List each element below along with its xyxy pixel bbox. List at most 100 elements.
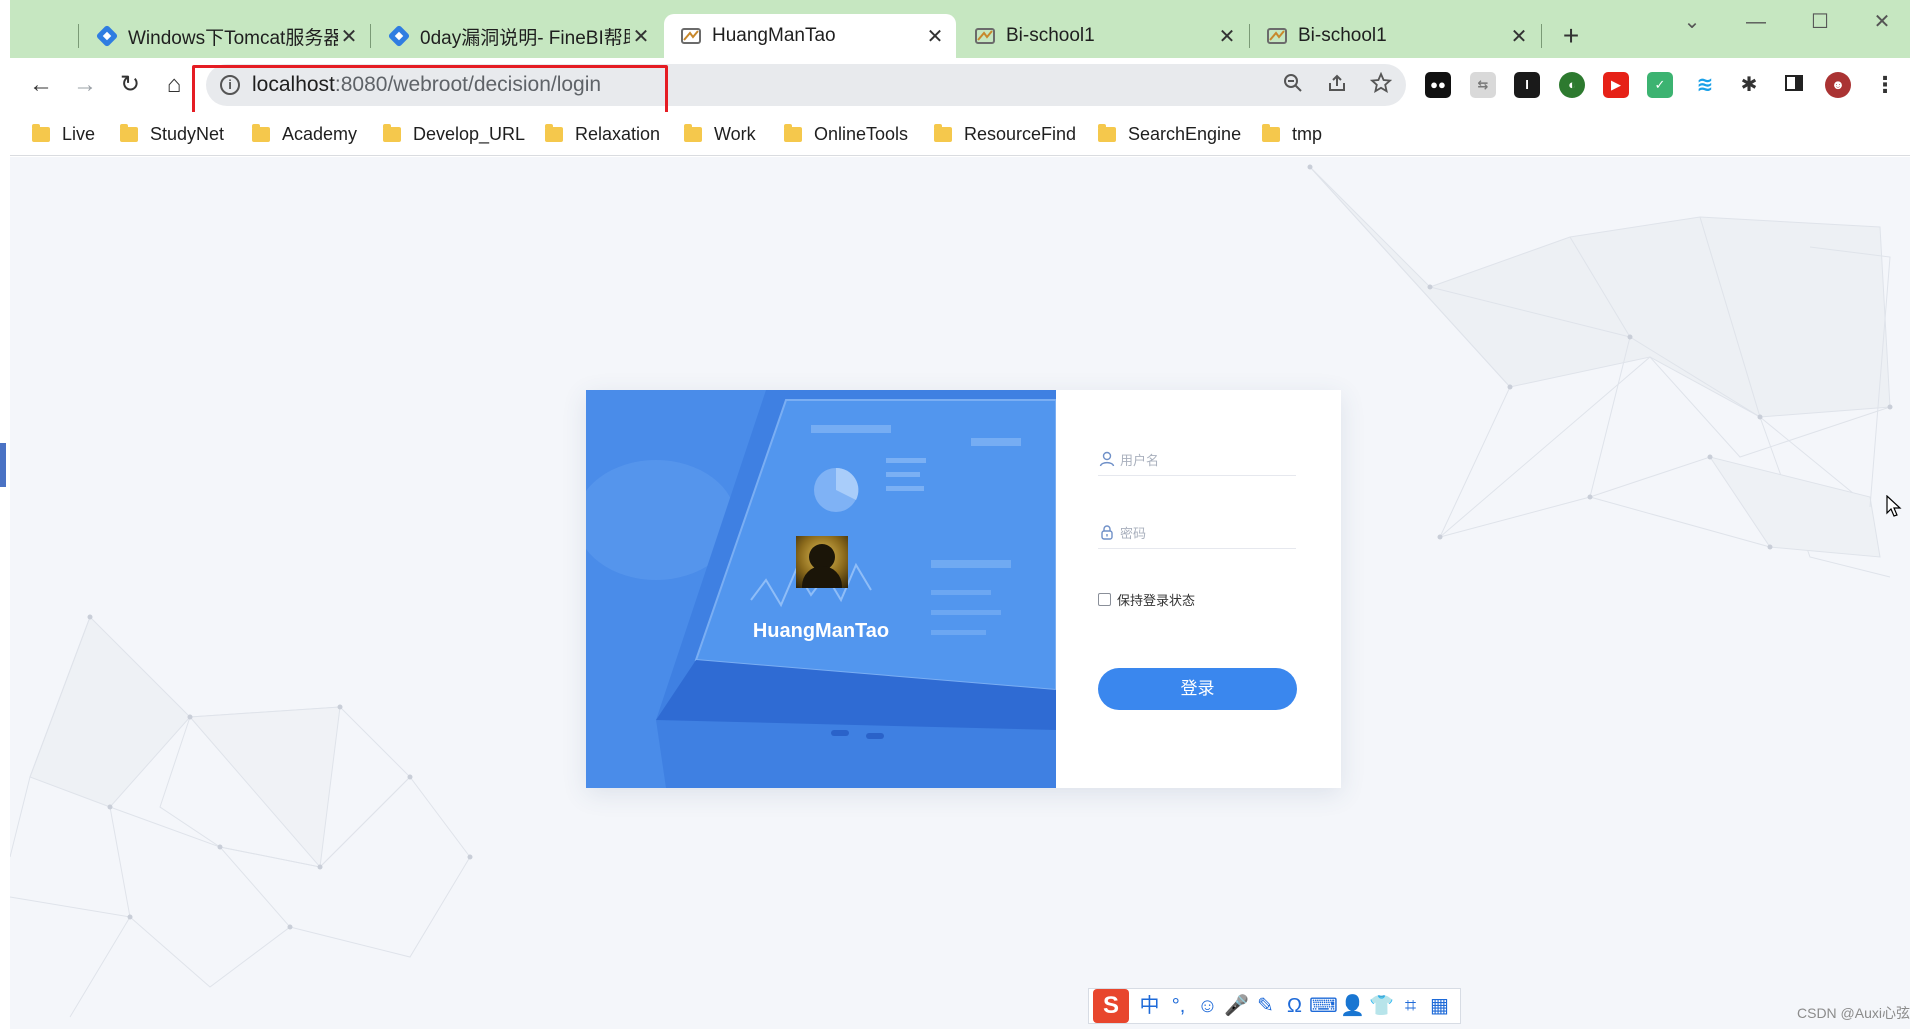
user-center-icon[interactable]: 👤 bbox=[1338, 991, 1367, 1021]
microphone-icon[interactable]: 🎤 bbox=[1222, 991, 1251, 1021]
login-form: 保持登录状态 登录 bbox=[1056, 390, 1341, 788]
maximize-button[interactable]: ☐ bbox=[1800, 8, 1840, 36]
crop-tool-icon[interactable]: ⌗ bbox=[1396, 991, 1425, 1021]
profile-avatar[interactable]: ☻ bbox=[1825, 72, 1851, 98]
folder-icon bbox=[1098, 123, 1116, 142]
tab-title: Windows下Tomcat服务器 bbox=[128, 27, 338, 49]
home-button[interactable]: ⌂ bbox=[157, 68, 191, 102]
keyboard-icon[interactable]: ⌨ bbox=[1309, 991, 1338, 1021]
brand-name: HuangManTao bbox=[752, 620, 890, 642]
tab-tomcat[interactable]: Windows下Tomcat服务器 ✕ bbox=[80, 14, 370, 58]
login-button[interactable]: 登录 bbox=[1098, 668, 1297, 710]
tab-bi-school1[interactable]: Bi-school1 ✕ bbox=[958, 14, 1248, 58]
bookmark-folder-tmp[interactable]: tmp bbox=[1262, 121, 1322, 147]
bookmark-folder-onlinetools[interactable]: OnlineTools bbox=[784, 121, 908, 147]
username-input[interactable] bbox=[1120, 448, 1296, 472]
remember-label: 保持登录状态 bbox=[1117, 593, 1196, 608]
skin-icon[interactable]: 👕 bbox=[1367, 991, 1396, 1021]
bookmarks-bar: Live StudyNet Academy Develop_URL Relaxa… bbox=[0, 112, 1921, 156]
letter-extension-icon[interactable]: I bbox=[1514, 72, 1540, 98]
extensions-puzzle-icon[interactable]: ✱ bbox=[1736, 72, 1762, 98]
bookmark-folder-searchengine[interactable]: SearchEngine bbox=[1098, 121, 1241, 147]
tab-close-icon[interactable]: ✕ bbox=[1216, 24, 1238, 49]
zoom-icon[interactable] bbox=[1280, 72, 1306, 98]
decision-platform-icon bbox=[975, 28, 995, 44]
wifi-extension-icon[interactable]: ≋ bbox=[1692, 72, 1718, 98]
login-banner: HuangManTao bbox=[586, 390, 1056, 788]
folder-icon bbox=[252, 123, 270, 142]
tab-close-icon[interactable]: ✕ bbox=[338, 24, 360, 49]
folder-icon bbox=[383, 123, 401, 142]
share-icon[interactable] bbox=[1324, 72, 1350, 98]
user-icon bbox=[1098, 451, 1116, 469]
shield-extension-icon[interactable]: ✓ bbox=[1647, 72, 1673, 98]
browser-menu-icon[interactable]: ⋮ bbox=[1872, 72, 1898, 98]
back-button[interactable]: ← bbox=[24, 68, 58, 102]
tab-separator bbox=[78, 24, 79, 48]
mouse-cursor-icon bbox=[1886, 495, 1902, 517]
folder-icon bbox=[32, 123, 50, 142]
video-extension-icon[interactable]: ▶ bbox=[1603, 72, 1629, 98]
sogou-logo-icon[interactable]: S bbox=[1093, 989, 1129, 1023]
right-desktop-edge bbox=[1910, 0, 1921, 1029]
bookmark-folder-studynet[interactable]: StudyNet bbox=[120, 121, 224, 147]
bookmark-folder-develop-url[interactable]: Develop_URL bbox=[383, 121, 525, 147]
csdn-watermark: CSDN @Auxi心弦 bbox=[1797, 1005, 1911, 1021]
chinese-mode-icon[interactable]: 中 bbox=[1135, 991, 1164, 1021]
tab-bi-school1-second[interactable]: Bi-school1 ✕ bbox=[1250, 14, 1540, 58]
folder-icon bbox=[545, 123, 563, 142]
tab-0day-help[interactable]: 0day漏洞说明- FineBI帮助 ✕ bbox=[372, 14, 662, 58]
bookmark-folder-academy[interactable]: Academy bbox=[252, 121, 357, 147]
minimize-button[interactable]: — bbox=[1736, 8, 1776, 36]
punctuation-icon[interactable]: °, bbox=[1164, 991, 1193, 1021]
folder-icon bbox=[684, 123, 702, 142]
username-field[interactable] bbox=[1098, 446, 1296, 476]
tab-close-icon[interactable]: ✕ bbox=[924, 24, 946, 49]
folder-icon bbox=[1262, 123, 1280, 142]
tab-strip: Windows下Tomcat服务器 ✕ 0day漏洞说明- FineBI帮助 ✕… bbox=[0, 0, 1921, 58]
new-tab-button[interactable]: + bbox=[1556, 18, 1586, 54]
gesture-extension-icon[interactable]: ⇆ bbox=[1470, 72, 1496, 98]
bookmark-folder-work[interactable]: Work bbox=[684, 121, 756, 147]
checkbox-box[interactable] bbox=[1098, 593, 1111, 606]
close-window-button[interactable]: ✕ bbox=[1862, 8, 1902, 36]
password-field[interactable] bbox=[1098, 519, 1296, 549]
tab-title: 0day漏洞说明- FineBI帮助 bbox=[420, 27, 630, 49]
url-highlight-box bbox=[192, 65, 668, 119]
folder-icon bbox=[784, 123, 802, 142]
tab-close-icon[interactable]: ✕ bbox=[630, 24, 652, 49]
bookmark-folder-relaxation[interactable]: Relaxation bbox=[545, 121, 660, 147]
rail-marker bbox=[0, 443, 6, 487]
tab-search-dropdown-icon[interactable]: ⌄ bbox=[1672, 8, 1712, 36]
reload-button[interactable]: ↻ bbox=[113, 68, 147, 102]
emoji-icon[interactable]: ☺ bbox=[1193, 991, 1222, 1021]
remember-login-checkbox[interactable]: 保持登录状态 bbox=[1098, 590, 1195, 609]
finebi-diamond-icon bbox=[96, 25, 118, 47]
globe-extension-icon[interactable]: ◐ bbox=[1559, 72, 1585, 98]
tab-huangmantao[interactable]: HuangManTao ✕ bbox=[664, 14, 956, 58]
tab-title: Bi-school1 bbox=[1298, 25, 1387, 46]
tab-separator bbox=[1541, 24, 1542, 48]
tab-title: HuangManTao bbox=[712, 25, 836, 46]
toolbox-grid-icon[interactable]: ▦ bbox=[1425, 991, 1454, 1021]
forward-button[interactable]: → bbox=[68, 68, 102, 102]
tab-close-icon[interactable]: ✕ bbox=[1508, 24, 1530, 49]
side-panel-icon[interactable] bbox=[1781, 72, 1807, 98]
bookmark-folder-resourcefind[interactable]: ResourceFind bbox=[934, 121, 1076, 147]
left-desktop-edge bbox=[0, 0, 10, 1029]
folder-icon bbox=[120, 123, 138, 142]
bookmark-folder-live[interactable]: Live bbox=[32, 121, 95, 147]
tampermonkey-extension-icon[interactable]: ●● bbox=[1425, 72, 1451, 98]
tab-title: Bi-school1 bbox=[1006, 25, 1095, 46]
finebi-diamond-icon bbox=[388, 25, 410, 47]
tab-separator bbox=[370, 24, 371, 48]
decision-platform-icon bbox=[1267, 28, 1287, 44]
password-input[interactable] bbox=[1120, 521, 1296, 545]
bookmark-star-icon[interactable] bbox=[1368, 71, 1394, 98]
handwriting-icon[interactable]: ✎ bbox=[1251, 991, 1280, 1021]
tablet-illustration bbox=[586, 390, 1056, 788]
page-viewport: HuangManTao 保持登录状态 登录 bbox=[10, 157, 1910, 1029]
login-card: HuangManTao 保持登录状态 登录 bbox=[586, 390, 1341, 788]
symbol-icon[interactable]: Ω bbox=[1280, 991, 1309, 1021]
ime-toolbar: S 中 °, ☺ 🎤 ✎ Ω ⌨ 👤 👕 ⌗ ▦ bbox=[1088, 988, 1461, 1024]
